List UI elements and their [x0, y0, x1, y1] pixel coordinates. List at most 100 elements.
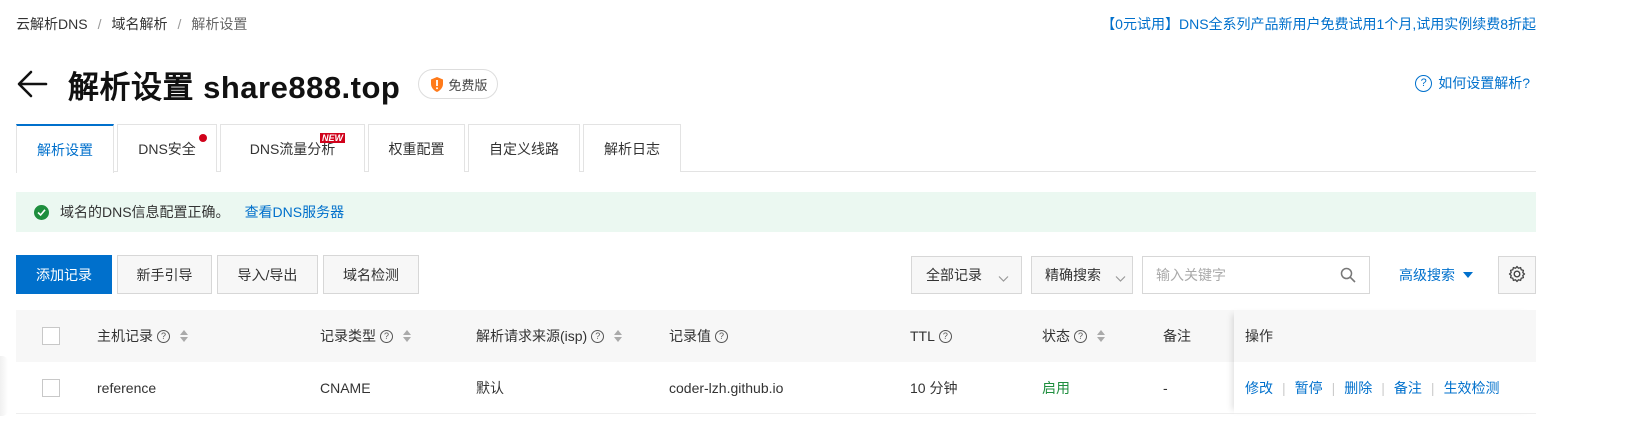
- header-label: 记录类型: [320, 328, 376, 344]
- edit-link[interactable]: 修改: [1245, 378, 1273, 398]
- header-ttl: TTL ?: [910, 310, 952, 362]
- delete-link[interactable]: 删除: [1344, 378, 1372, 398]
- alert-message: 域名的DNS信息配置正确。: [60, 204, 230, 220]
- tab-weight-config[interactable]: 权重配置: [368, 124, 465, 172]
- page-title: 解析设置 share888.top: [68, 69, 401, 105]
- sort-icon[interactable]: [180, 330, 188, 342]
- tab-label: 解析设置: [37, 141, 93, 158]
- cell-ttl: 10 分钟: [910, 380, 958, 396]
- select-all-checkbox[interactable]: [42, 327, 60, 345]
- help-link-label: 如何设置解析?: [1438, 75, 1530, 91]
- header-remark: 备注: [1163, 310, 1191, 362]
- row-select-cell: [42, 362, 60, 414]
- tab-dns-log[interactable]: 解析日志: [583, 124, 681, 172]
- header-label: 状态: [1042, 328, 1070, 344]
- help-icon[interactable]: ?: [380, 329, 393, 343]
- title-row: 解析设置 share888.top 免费版: [16, 62, 499, 106]
- promo-link[interactable]: 【0元试用】DNS全系列产品新用户免费试用1个月,试用实例续费8折起: [1101, 14, 1536, 34]
- search-icon[interactable]: [1340, 267, 1356, 286]
- sort-icon[interactable]: [614, 330, 623, 342]
- help-icon[interactable]: ?: [715, 329, 728, 343]
- chevron-down-icon: [1115, 270, 1126, 286]
- effect-check-link[interactable]: 生效检测: [1444, 378, 1500, 398]
- toolbar: 添加记录 新手引导 导入/导出 域名检测 全部记录 精确搜索 高级搜索: [16, 255, 1536, 294]
- divider: |: [1381, 379, 1385, 396]
- breadcrumb: 云解析DNS / 域名解析 / 解析设置: [16, 14, 247, 34]
- chevron-down-icon: [998, 270, 1009, 286]
- search-mode-select[interactable]: 精确搜索: [1031, 256, 1133, 294]
- remark-link[interactable]: 备注: [1394, 378, 1422, 398]
- tab-label: 自定义线路: [489, 140, 559, 157]
- header-label: 记录值: [669, 328, 711, 344]
- divider: |: [1331, 379, 1336, 396]
- cell-isp: 默认: [476, 380, 504, 396]
- keyword-search: [1142, 256, 1370, 294]
- new-tag: NEW: [320, 133, 345, 143]
- header-label: 解析请求来源(isp): [476, 328, 588, 344]
- side-panel-handle[interactable]: [0, 356, 8, 416]
- plan-badge: 免费版: [418, 69, 499, 99]
- back-arrow-icon[interactable]: [16, 67, 50, 101]
- records-table: 主机记录 ? 记录类型 ? 解析请求来源(isp) ? 记录值 ? TTL ? …: [16, 310, 1536, 414]
- breadcrumb-item-dns[interactable]: 云解析DNS: [16, 14, 88, 34]
- sort-icon[interactable]: [1097, 330, 1105, 342]
- select-all-cell: [42, 310, 60, 362]
- caret-down-icon: [1463, 272, 1473, 278]
- settings-button[interactable]: [1498, 256, 1536, 294]
- shield-icon: [429, 76, 445, 93]
- cell-remark: -: [1163, 380, 1168, 396]
- cell-value: coder-lzh.github.io: [669, 380, 784, 396]
- header-type[interactable]: 记录类型 ?: [320, 310, 411, 362]
- help-link[interactable]: ? 如何设置解析?: [1415, 73, 1530, 93]
- tab-label: DNS安全: [138, 140, 196, 157]
- tab-label: 解析日志: [604, 140, 660, 157]
- advanced-search-label: 高级搜索: [1399, 267, 1455, 283]
- operations-column: 操作 修改 | 暂停 | 删除 | 备注 | 生效检测: [1234, 310, 1536, 414]
- breadcrumb-separator: /: [97, 16, 102, 32]
- search-input[interactable]: [1156, 267, 1336, 283]
- tab-bar: 解析设置 DNS安全 DNS流量分析 NEW 权重配置 自定义线路 解析日志: [16, 124, 1536, 173]
- notification-dot: [199, 134, 207, 142]
- tab-custom-line[interactable]: 自定义线路: [468, 124, 580, 172]
- cell-type: CNAME: [320, 380, 371, 396]
- row-actions: 修改 | 暂停 | 删除 | 备注 | 生效检测: [1234, 362, 1536, 414]
- breadcrumb-item-domain[interactable]: 域名解析: [111, 14, 167, 34]
- divider: |: [1430, 379, 1435, 396]
- tab-dns-traffic[interactable]: DNS流量分析 NEW: [220, 124, 365, 172]
- tab-dns-settings[interactable]: 解析设置: [16, 124, 114, 173]
- tab-label: 权重配置: [388, 140, 445, 157]
- pause-link[interactable]: 暂停: [1295, 378, 1323, 398]
- cell-host: reference: [97, 380, 157, 396]
- import-export-button[interactable]: 导入/导出: [217, 255, 318, 294]
- plan-badge-label: 免费版: [448, 77, 488, 93]
- question-icon: ?: [1415, 74, 1433, 92]
- advanced-search-link[interactable]: 高级搜索: [1399, 265, 1473, 285]
- record-filter-select[interactable]: 全部记录: [911, 256, 1022, 294]
- view-dns-servers-link[interactable]: 查看DNS服务器: [245, 202, 345, 222]
- dns-status-alert: 域名的DNS信息配置正确。 查看DNS服务器: [16, 192, 1536, 232]
- header-isp[interactable]: 解析请求来源(isp) ?: [476, 310, 623, 362]
- guide-button[interactable]: 新手引导: [117, 255, 212, 294]
- breadcrumb-item-current: 解析设置: [191, 16, 248, 32]
- divider: |: [1282, 379, 1286, 396]
- help-icon[interactable]: ?: [591, 329, 605, 343]
- breadcrumb-separator: /: [177, 16, 182, 32]
- header-status[interactable]: 状态 ?: [1042, 310, 1105, 362]
- help-icon[interactable]: ?: [1074, 329, 1087, 343]
- check-circle-icon: [34, 204, 49, 220]
- cell-status: 启用: [1042, 380, 1070, 396]
- tab-dns-security[interactable]: DNS安全: [117, 124, 217, 172]
- row-checkbox[interactable]: [42, 379, 60, 397]
- gear-icon: [1508, 265, 1526, 286]
- header-label: 主机记录: [97, 328, 153, 344]
- domain-check-button[interactable]: 域名检测: [323, 255, 419, 294]
- add-record-button[interactable]: 添加记录: [16, 255, 112, 294]
- header-label: 备注: [1163, 328, 1191, 344]
- sort-icon[interactable]: [403, 330, 411, 342]
- search-mode-value: 精确搜索: [1045, 267, 1101, 283]
- help-icon[interactable]: ?: [938, 329, 952, 343]
- header-host[interactable]: 主机记录 ?: [97, 310, 188, 362]
- help-icon[interactable]: ?: [157, 329, 170, 343]
- header-label: TTL: [910, 328, 935, 344]
- header-value: 记录值 ?: [669, 310, 728, 362]
